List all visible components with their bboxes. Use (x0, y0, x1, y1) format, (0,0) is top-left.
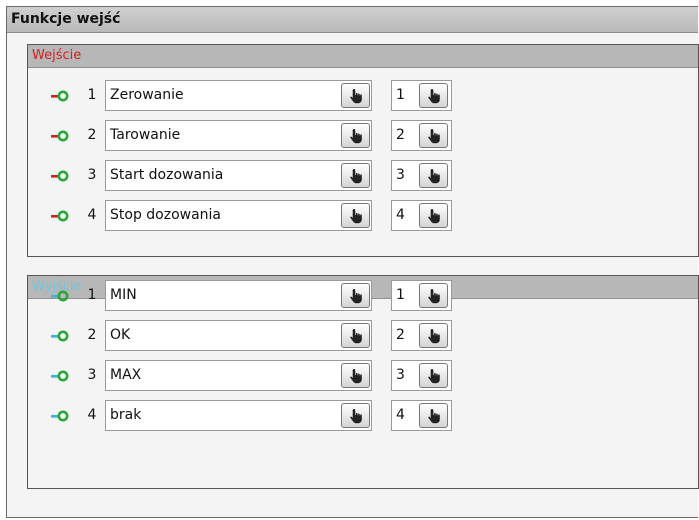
input-row-number: 1 (87, 87, 97, 103)
output-function-select-button[interactable] (341, 323, 370, 348)
output-number-select-button[interactable] (419, 363, 448, 388)
input-function-select-button[interactable] (341, 83, 370, 108)
output-number-select-button[interactable] (419, 403, 448, 428)
output-function-field[interactable]: MAX (105, 360, 372, 391)
output-row-number: 3 (87, 367, 97, 383)
hand-pointer-icon (427, 88, 441, 104)
input-function-select-button[interactable] (341, 203, 370, 228)
hand-pointer-icon (427, 368, 441, 384)
output-function-field[interactable]: MIN (105, 280, 372, 311)
hand-pointer-icon (349, 168, 363, 184)
input-number-select-button[interactable] (419, 203, 448, 228)
hand-pointer-icon (349, 368, 363, 384)
output-function-field[interactable]: brak (105, 400, 372, 431)
input-number-select-button[interactable] (419, 123, 448, 148)
output-function-select-button[interactable] (341, 363, 370, 388)
hand-pointer-icon (427, 408, 441, 424)
hand-pointer-icon (427, 168, 441, 184)
input-functions-window: Funkcje wejść Wejście Wyjście 1 Zerowanie… (6, 6, 699, 518)
input-function-field[interactable]: Zerowanie (105, 80, 372, 111)
output-function-select-button[interactable] (341, 403, 370, 428)
input-row-4: 4 Stop dozowania 4 (27, 200, 699, 232)
input-function-field[interactable]: Start dozowania (105, 160, 372, 191)
output-row-1: 1 MIN 1 (27, 280, 699, 312)
input-function-select-button[interactable] (341, 123, 370, 148)
output-function-select-button[interactable] (341, 283, 370, 308)
input-function-field[interactable]: Tarowanie (105, 120, 372, 151)
output-number-select-button[interactable] (419, 323, 448, 348)
output-row-number: 4 (87, 407, 97, 423)
window-title: Funkcje wejść (7, 7, 698, 33)
hand-pointer-icon (349, 128, 363, 144)
inputs-group-title: Wejście (28, 45, 698, 68)
hand-pointer-icon (349, 88, 363, 104)
output-row-number: 2 (87, 327, 97, 343)
input-number-select-button[interactable] (419, 163, 448, 188)
hand-pointer-icon (427, 328, 441, 344)
output-function-field[interactable]: OK (105, 320, 372, 351)
hand-pointer-icon (349, 328, 363, 344)
hand-pointer-icon (427, 288, 441, 304)
input-function-select-button[interactable] (341, 163, 370, 188)
input-row-2: 2 Tarowanie 2 (27, 120, 699, 152)
output-number-select-button[interactable] (419, 283, 448, 308)
input-function-field[interactable]: Stop dozowania (105, 200, 372, 231)
output-row-number: 1 (87, 287, 97, 303)
hand-pointer-icon (349, 408, 363, 424)
input-row-1: 1 Zerowanie 1 (27, 80, 699, 112)
hand-pointer-icon (427, 208, 441, 224)
input-number-select-button[interactable] (419, 83, 448, 108)
input-row-number: 4 (87, 207, 97, 223)
input-row-number: 3 (87, 167, 97, 183)
output-row-4: 4 brak 4 (27, 400, 699, 432)
input-row-3: 3 Start dozowania 3 (27, 160, 699, 192)
hand-pointer-icon (349, 208, 363, 224)
output-row-3: 3 MAX 3 (27, 360, 699, 392)
input-row-number: 2 (87, 127, 97, 143)
hand-pointer-icon (349, 288, 363, 304)
output-row-2: 2 OK 2 (27, 320, 699, 352)
hand-pointer-icon (427, 128, 441, 144)
